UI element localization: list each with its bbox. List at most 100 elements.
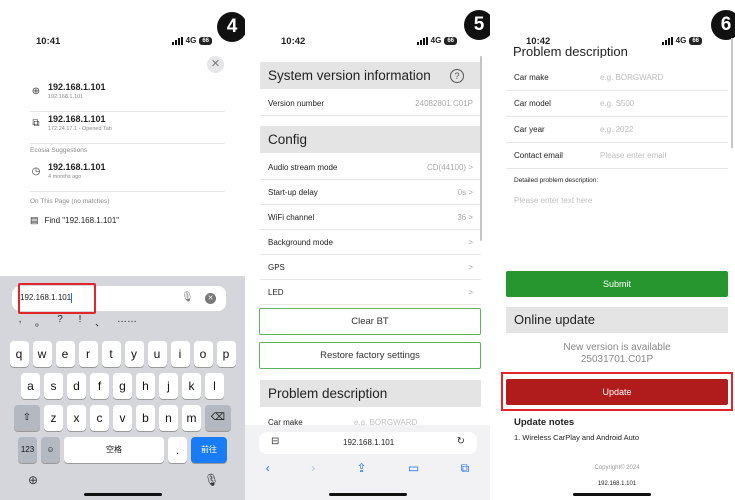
section-header-online-update: Online update — [506, 307, 728, 333]
key[interactable]: l — [205, 373, 224, 399]
key-dot[interactable]: . — [168, 437, 187, 463]
field-label: Car year — [514, 125, 545, 134]
tabs-icon: ⧉ — [32, 118, 40, 129]
key[interactable]: o — [193, 341, 213, 367]
config-row[interactable]: WiFi channel 36 > — [260, 205, 481, 230]
field-label: Car make — [514, 73, 549, 82]
backspace-icon[interactable]: ⌫ — [205, 405, 231, 431]
key[interactable]: k — [182, 373, 201, 399]
config-row[interactable]: Background mode > — [260, 230, 481, 255]
back-icon[interactable]: ‹ — [266, 461, 270, 476]
field-input[interactable]: e.g. S500 — [600, 91, 634, 117]
key[interactable]: p — [216, 341, 236, 367]
key[interactable]: b — [136, 405, 155, 431]
key-123[interactable]: 123 — [18, 437, 37, 463]
suggestion-item[interactable]: ⧉ 192.168.1.101 172.24.17.1 - Opened Tab — [30, 110, 225, 144]
close-icon[interactable]: ✕ — [207, 56, 224, 73]
reload-icon[interactable]: ↻ — [457, 436, 465, 447]
page-menu-icon[interactable]: ⊟ — [271, 436, 279, 447]
microphone-icon[interactable]: 🎙 — [204, 473, 219, 487]
config-label: LED — [268, 288, 284, 297]
go-key[interactable]: 前往 — [191, 437, 227, 463]
clear-bt-button[interactable]: Clear BT — [259, 308, 481, 335]
key-row-1: q w e r t y u i o p — [0, 341, 245, 367]
key[interactable]: n — [159, 405, 178, 431]
emoji-icon[interactable]: ☺ — [41, 437, 60, 463]
key[interactable]: g — [113, 373, 132, 399]
config-row[interactable]: Start-up delay 0s > — [260, 180, 481, 205]
key-punct[interactable]: 。 — [30, 314, 50, 329]
key[interactable]: v — [113, 405, 132, 431]
detail-textarea[interactable]: Please enter text here — [514, 196, 592, 205]
config-row[interactable]: Audio stream mode CD(44100) > — [260, 155, 481, 180]
microphone-icon[interactable]: 🎙 — [181, 292, 194, 303]
key[interactable]: a — [21, 373, 40, 399]
key-punct[interactable]: ? — [50, 314, 70, 329]
clear-icon[interactable]: ✕ — [205, 293, 216, 304]
form-row[interactable]: Contact email Please enter email — [506, 143, 728, 169]
suggestion-title: 192.168.1.101 — [48, 114, 106, 124]
new-version-text: New version is available 25031701.C01P — [506, 342, 728, 366]
history-icon: ◷ — [31, 166, 41, 177]
scrollbar[interactable] — [480, 56, 482, 241]
suggestion-title: 192.168.1.101 — [48, 162, 106, 172]
submit-button[interactable]: Submit — [506, 271, 728, 297]
help-icon[interactable]: ? — [450, 69, 464, 83]
key[interactable]: e — [55, 341, 75, 367]
key[interactable]: d — [67, 373, 86, 399]
section-header-config: Config — [260, 126, 481, 153]
key-punct[interactable]: 、 — [90, 314, 110, 329]
key[interactable]: s — [44, 373, 63, 399]
address-bar[interactable]: ⊟ 192.168.1.101 ↻ — [259, 432, 477, 454]
key[interactable]: t — [101, 341, 121, 367]
key-punct[interactable]: …… — [110, 314, 144, 329]
key[interactable]: m — [182, 405, 201, 431]
form-row[interactable]: Car make e.g. BORGWARD — [506, 65, 728, 91]
config-row[interactable]: LED > — [260, 280, 481, 305]
globe-icon[interactable]: ⊕ — [28, 473, 38, 487]
key[interactable]: r — [78, 341, 98, 367]
config-label: GPS — [268, 263, 285, 272]
find-label: Find "192.168.1.101" — [44, 216, 120, 225]
suggestion-item[interactable]: ⊕ 192.168.1.101 192.168.1.101 — [30, 78, 225, 112]
suggestion-subtitle: 172.24.17.1 - Opened Tab — [48, 126, 112, 132]
suggestion-subtitle: 192.168.1.101 — [48, 94, 84, 100]
scrollbar[interactable] — [731, 38, 733, 148]
field-input[interactable]: e.g. BORGWARD — [600, 65, 663, 91]
suggestion-title: 192.168.1.101 — [48, 82, 106, 92]
key-punct[interactable]: ! — [70, 314, 90, 329]
network-label: 4G — [185, 36, 197, 45]
update-notes-title: Update notes — [514, 417, 575, 428]
find-on-page[interactable]: ▤ Find "192.168.1.101" — [30, 215, 225, 226]
restore-factory-button[interactable]: Restore factory settings — [259, 342, 481, 369]
key[interactable]: j — [159, 373, 178, 399]
key[interactable]: u — [147, 341, 167, 367]
key[interactable]: c — [90, 405, 109, 431]
field-input[interactable]: e.g. 2022 — [600, 117, 633, 143]
config-row[interactable]: GPS > — [260, 255, 481, 280]
key[interactable]: f — [90, 373, 109, 399]
key[interactable]: i — [170, 341, 190, 367]
key[interactable]: h — [136, 373, 155, 399]
key[interactable]: w — [32, 341, 52, 367]
detail-label: Detailed problem description: — [514, 177, 599, 184]
share-icon[interactable]: ⇪ — [356, 461, 366, 476]
field-input[interactable]: Please enter email — [600, 143, 666, 169]
shift-icon[interactable]: ⇧ — [14, 405, 40, 431]
key[interactable]: q — [9, 341, 29, 367]
forward-icon[interactable]: › — [311, 461, 315, 476]
form-row[interactable]: Car model e.g. S500 — [506, 91, 728, 117]
section-header: Ecosia Suggestions — [30, 147, 88, 154]
key[interactable]: z — [44, 405, 63, 431]
bookmarks-icon[interactable]: ▭ — [408, 461, 419, 476]
tabs-icon[interactable]: ⧉ — [461, 461, 470, 476]
key[interactable]: y — [124, 341, 144, 367]
config-label: Start-up delay — [268, 188, 318, 197]
key-punct[interactable]: , — [10, 314, 30, 329]
suggestion-item[interactable]: ◷ 192.168.1.101 4 months ago — [30, 158, 225, 192]
key[interactable]: x — [67, 405, 86, 431]
space-key[interactable]: 空格 — [64, 437, 164, 463]
new-version-number: 25031701.C01P — [580, 354, 654, 365]
config-value: CD(44100) > — [426, 163, 473, 172]
form-row[interactable]: Car year e.g. 2022 — [506, 117, 728, 143]
